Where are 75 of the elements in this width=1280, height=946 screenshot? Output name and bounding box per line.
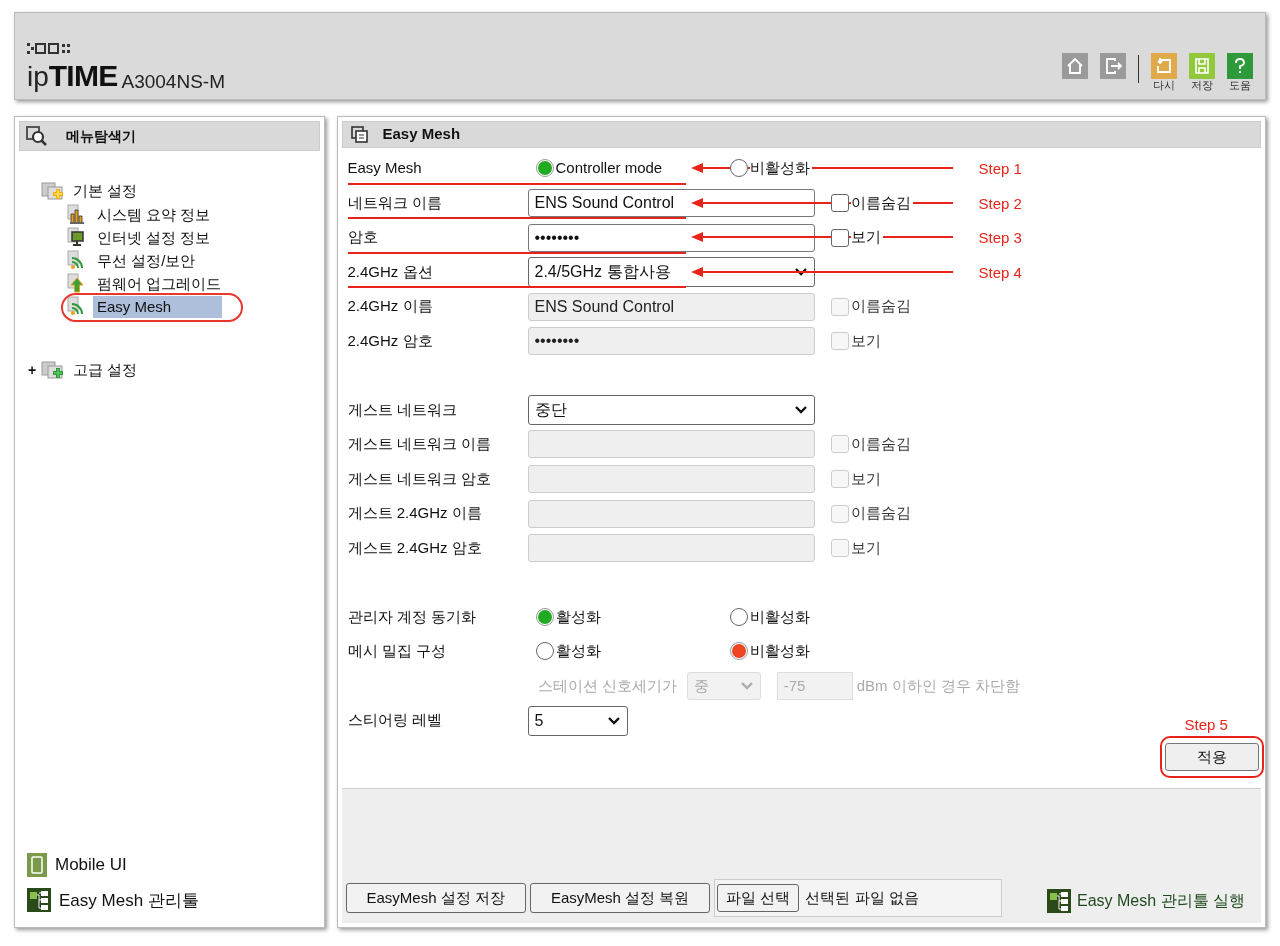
tree-item[interactable]: 인터넷 설정 정보 [93, 226, 215, 249]
field-label: 게스트 2.4GHz 이름 [347, 503, 483, 524]
tree-item[interactable]: 시스템 요약 정보 [93, 203, 215, 226]
field-label: 게스트 네트워크 [347, 399, 458, 420]
tree-item[interactable]: Easy Mesh [93, 295, 222, 318]
field-label: 게스트 네트워크 암호 [347, 468, 492, 489]
dropdown[interactable]: 2.4/5GHz 통합사용 [527, 257, 815, 288]
logo-mark: TIME [48, 61, 118, 91]
file-status: 선택된 파일 없음 [805, 887, 919, 908]
sidebar-link[interactable]: Mobile UI [55, 852, 127, 878]
step-label: Step 5 [1184, 714, 1228, 735]
footer-button[interactable]: EasyMesh 설정 복원 [529, 883, 711, 913]
network-tree-icon [27, 888, 51, 913]
up-arrow-icon [67, 273, 87, 294]
save-button[interactable]: 저장 [1189, 53, 1215, 91]
dropdown[interactable]: 5 [527, 705, 628, 736]
field-label: 스티어링 레벨 [347, 710, 443, 731]
checkbox[interactable] [830, 193, 849, 212]
network-tree-icon [1046, 889, 1071, 913]
logo-text: ip [27, 63, 49, 91]
file-field[interactable]: 파일 선택 선택된 파일 없음 [714, 879, 1003, 917]
chevron-down-icon [739, 681, 754, 692]
model-name: A3004NS-M [121, 72, 225, 91]
signal-label: 스테이션 신호세기가 [537, 675, 677, 696]
field-label: 게스트 2.4GHz 암호 [347, 538, 483, 558]
help-icon [1227, 53, 1253, 79]
footer-button[interactable]: EasyMesh 설정 저장 [345, 883, 526, 913]
field-label: 관리자 계정 동기화 [347, 606, 477, 627]
signal-suffix: dBm 이하인 경우 차단함 [856, 675, 1021, 696]
step-label: Step 4 [978, 262, 1022, 283]
reset-button[interactable]: 다시 [1151, 53, 1177, 91]
radio-button[interactable] [729, 607, 748, 626]
text-field[interactable]: ENS Sound Control [527, 188, 815, 217]
phone-icon [27, 852, 47, 877]
logout-icon [1100, 53, 1126, 79]
field-label: 암호 [347, 227, 379, 248]
chevron-down-icon [606, 715, 621, 726]
radio-button[interactable] [535, 642, 554, 661]
panel-title: Easy Mesh [382, 124, 461, 145]
monitor-icon [67, 227, 87, 248]
field-label: 네트워크 이름 [347, 192, 443, 213]
sidebar-title: 메뉴탐색기 [66, 126, 136, 146]
field-label: 게스트 네트워크 이름 [347, 434, 492, 455]
dropdown[interactable]: 중단 [527, 394, 815, 425]
expand-toggle[interactable]: + [23, 359, 41, 381]
radio-button[interactable] [729, 159, 748, 178]
field-label: 메시 밀집 구성 [347, 641, 447, 662]
field-label: Easy Mesh [347, 158, 423, 179]
home-button[interactable] [1062, 53, 1088, 79]
file-choose-button[interactable]: 파일 선택 [717, 884, 800, 912]
window-icon [350, 125, 369, 144]
bar-chart-icon [67, 204, 87, 225]
logout-button[interactable] [1100, 53, 1126, 79]
search-icon [26, 126, 48, 146]
checkbox[interactable] [830, 228, 849, 247]
tree-item[interactable]: 기본 설정 [73, 179, 138, 203]
tree-item[interactable]: 펌웨어 업그레이드 [93, 272, 226, 295]
apply-button[interactable]: 적용 [1164, 742, 1259, 771]
tree-item[interactable]: 고급 설정 [73, 358, 138, 382]
step-label: Step 2 [978, 193, 1022, 214]
save-icon [1189, 53, 1215, 79]
tree-item[interactable]: 무선 설정/보안 [93, 249, 200, 272]
chevron-down-icon [793, 404, 808, 415]
field-label: 2.4GHz 암호 [347, 331, 434, 352]
password-field[interactable]: •••••••• [527, 223, 815, 252]
sidebar-link[interactable]: Easy Mesh 관리툴 [59, 887, 199, 913]
footer-link[interactable]: Easy Mesh 관리툴 실행 [1076, 889, 1245, 913]
field-label: 2.4GHz 이름 [347, 296, 434, 317]
undo-icon [1151, 53, 1177, 79]
home-icon [1062, 53, 1088, 79]
step-label: Step 1 [978, 159, 1022, 179]
field-label: 2.4GHz 옵션 [347, 261, 434, 282]
chevron-down-icon [793, 267, 808, 278]
help-button[interactable]: 도움 [1227, 53, 1253, 91]
step-label: Step 3 [978, 228, 1022, 249]
